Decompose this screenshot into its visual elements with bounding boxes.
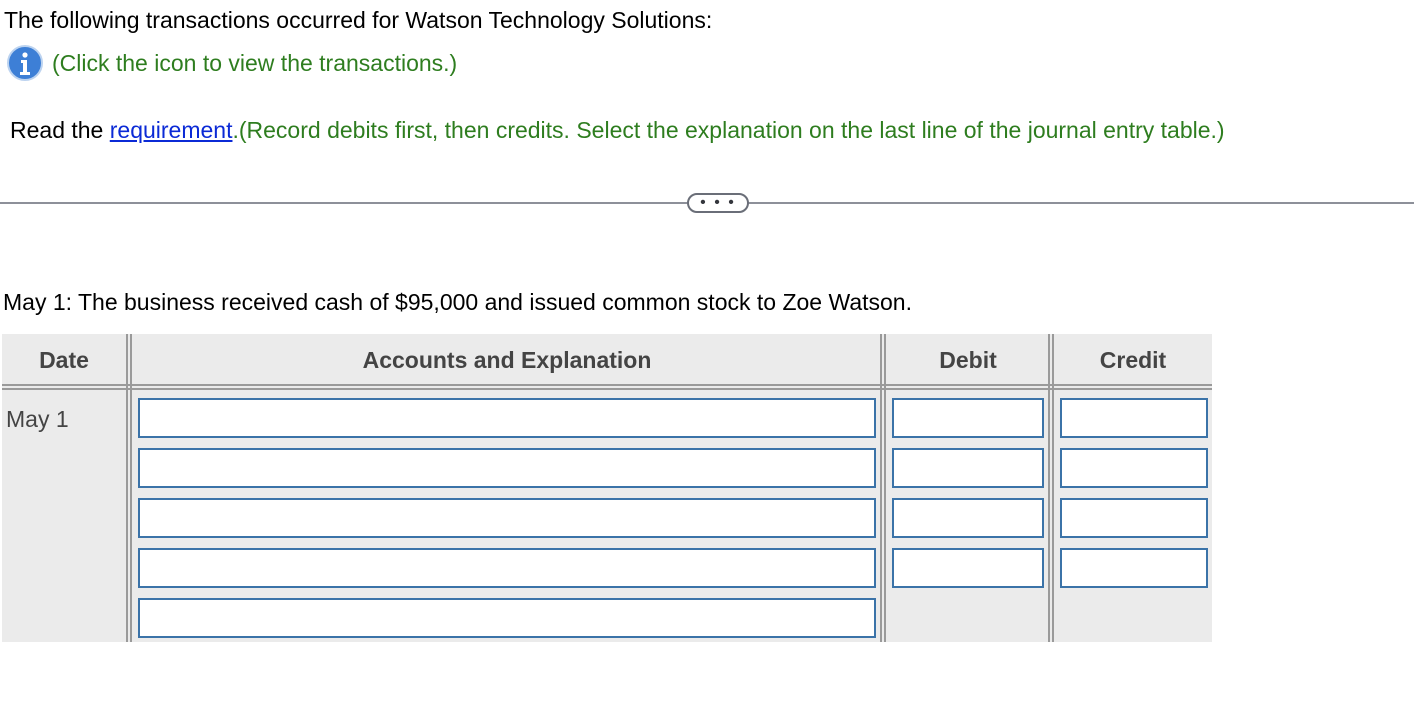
debit-input-3[interactable] bbox=[892, 498, 1044, 538]
explanation-input[interactable] bbox=[138, 598, 876, 638]
transaction-question: May 1: The business received cash of $95… bbox=[3, 289, 912, 315]
requirement-link[interactable]: requirement bbox=[110, 117, 233, 143]
debit-input-2[interactable] bbox=[892, 448, 1044, 488]
credit-input-3[interactable] bbox=[1060, 498, 1208, 538]
column-divider bbox=[126, 334, 132, 642]
credit-input-1[interactable] bbox=[1060, 398, 1208, 438]
requirement-instructions: .(Record debits first, then credits. Sel… bbox=[232, 117, 1225, 143]
account-input-2[interactable] bbox=[138, 448, 876, 488]
header-date: Date bbox=[39, 346, 89, 373]
info-icon[interactable] bbox=[6, 44, 44, 82]
debit-input-4[interactable] bbox=[892, 548, 1044, 588]
credit-input-4[interactable] bbox=[1060, 548, 1208, 588]
journal-entry-table: Date Accounts and Explanation Debit Cred… bbox=[2, 334, 1212, 642]
column-divider bbox=[880, 334, 886, 642]
requirement-row: Read the requirement.(Record debits firs… bbox=[10, 116, 1225, 144]
info-row: (Click the icon to view the transactions… bbox=[6, 44, 457, 82]
header-debit: Debit bbox=[939, 346, 997, 373]
intro-text: The following transactions occurred for … bbox=[4, 7, 713, 33]
expand-more-button[interactable]: • • • bbox=[687, 193, 749, 213]
requirement-prefix: Read the bbox=[10, 117, 110, 143]
account-input-1[interactable] bbox=[138, 398, 876, 438]
account-input-4[interactable] bbox=[138, 548, 876, 588]
debit-input-1[interactable] bbox=[892, 398, 1044, 438]
header-accounts: Accounts and Explanation bbox=[362, 346, 652, 373]
header-divider bbox=[2, 384, 1212, 390]
header-credit: Credit bbox=[1099, 346, 1167, 373]
credit-input-2[interactable] bbox=[1060, 448, 1208, 488]
column-divider bbox=[1048, 334, 1054, 642]
info-instruction: (Click the icon to view the transactions… bbox=[52, 50, 458, 76]
entry-date: May 1 bbox=[6, 406, 69, 432]
account-input-3[interactable] bbox=[138, 498, 876, 538]
